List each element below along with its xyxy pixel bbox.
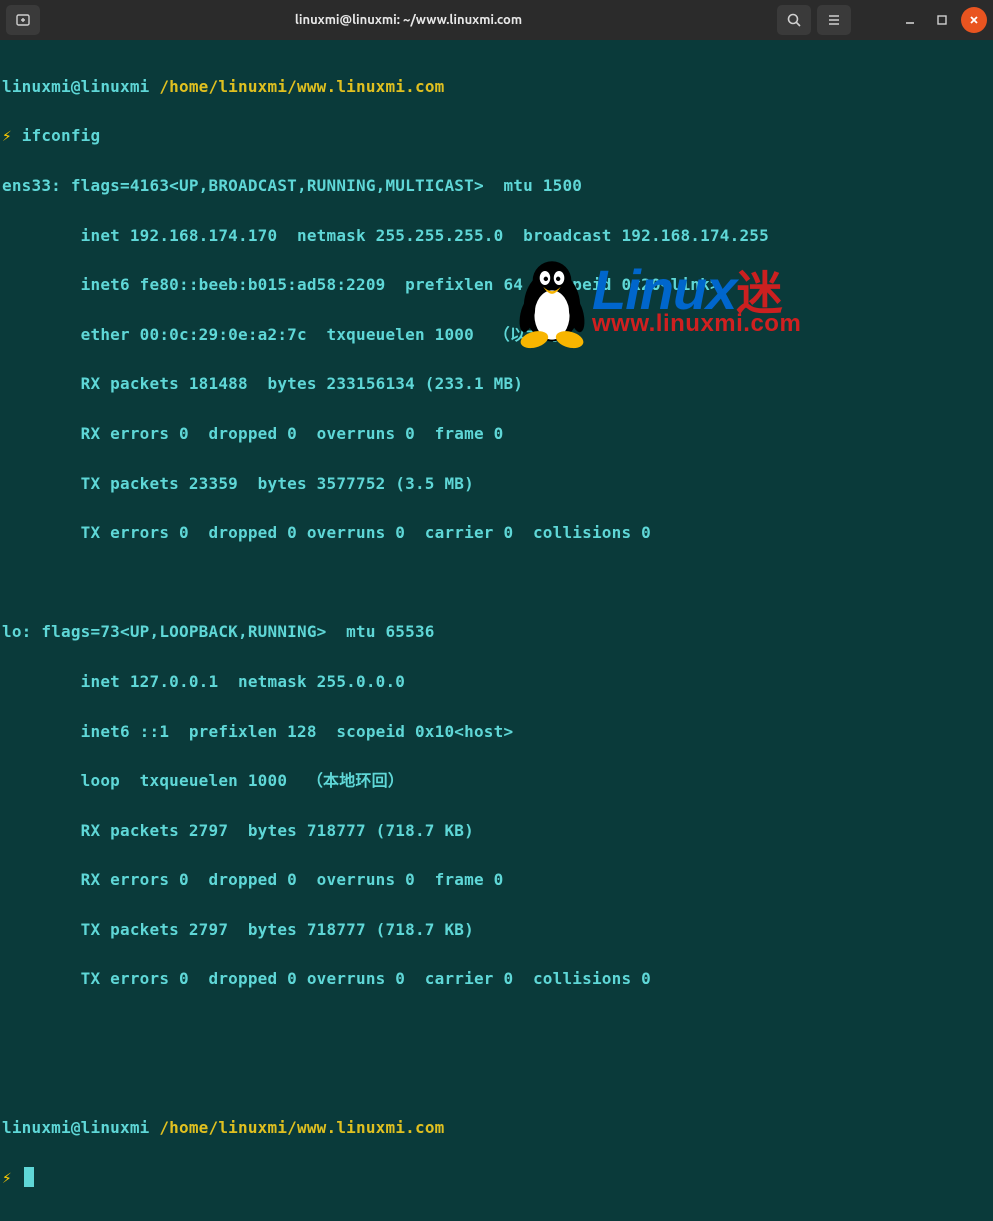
prompt-line-1: linuxmi@linuxmi /home/linuxmi/www.linuxm… [2, 75, 987, 100]
output-ens33-rx-packets: RX packets 181488 bytes 233156134 (233.1… [2, 372, 987, 397]
output-ens33-flags: ens33: flags=4163<UP,BROADCAST,RUNNING,M… [2, 174, 987, 199]
command-line: ⚡ ifconfig [2, 124, 987, 149]
window-title: linuxmi@linuxmi: ~/www.linuxmi.com [46, 13, 771, 27]
output-ens33-inet6: inet6 fe80::beeb:b015:ad58:2209 prefixle… [2, 273, 987, 298]
output-blank [2, 571, 987, 596]
output-ens33-tx-packets: TX packets 23359 bytes 3577752 (3.5 MB) [2, 472, 987, 497]
output-lo-inet6: inet6 ::1 prefixlen 128 scopeid 0x10<hos… [2, 720, 987, 745]
hamburger-menu-button[interactable] [817, 5, 851, 35]
cursor [24, 1167, 34, 1187]
output-lo-tx-errors: TX errors 0 dropped 0 overruns 0 carrier… [2, 967, 987, 992]
prompt-cursor-line: ⚡ [2, 1166, 987, 1191]
user-host: linuxmi@linuxmi [2, 1118, 150, 1137]
bolt-icon: ⚡ [2, 126, 12, 145]
output-lo-flags: lo: flags=73<UP,LOOPBACK,RUNNING> mtu 65… [2, 620, 987, 645]
command-text: ifconfig [22, 126, 101, 145]
output-lo-loop: loop txqueuelen 1000 （本地环回） [2, 769, 987, 794]
prompt-line-2: linuxmi@linuxmi /home/linuxmi/www.linuxm… [2, 1116, 987, 1141]
output-ens33-ether: ether 00:0c:29:0e:a2:7c txqueuelen 1000 … [2, 323, 987, 348]
bolt-icon: ⚡ [2, 1168, 12, 1187]
minimize-button[interactable] [897, 7, 923, 33]
output-ens33-rx-errors: RX errors 0 dropped 0 overruns 0 frame 0 [2, 422, 987, 447]
user-host: linuxmi@linuxmi [2, 77, 150, 96]
output-blank-2 [2, 1017, 987, 1042]
output-blank-3 [2, 1067, 987, 1092]
maximize-button[interactable] [929, 7, 955, 33]
titlebar: linuxmi@linuxmi: ~/www.linuxmi.com [0, 0, 993, 40]
cwd-path: /home/linuxmi/www.linuxmi.com [159, 1118, 444, 1137]
close-button[interactable] [961, 7, 987, 33]
output-ens33-tx-errors: TX errors 0 dropped 0 overruns 0 carrier… [2, 521, 987, 546]
terminal-viewport[interactable]: linuxmi@linuxmi /home/linuxmi/www.linuxm… [0, 40, 993, 1221]
output-ens33-inet: inet 192.168.174.170 netmask 255.255.255… [2, 224, 987, 249]
output-lo-rx-packets: RX packets 2797 bytes 718777 (718.7 KB) [2, 819, 987, 844]
search-button[interactable] [777, 5, 811, 35]
new-tab-button[interactable] [6, 5, 40, 35]
output-lo-tx-packets: TX packets 2797 bytes 718777 (718.7 KB) [2, 918, 987, 943]
output-lo-rx-errors: RX errors 0 dropped 0 overruns 0 frame 0 [2, 868, 987, 893]
cwd-path: /home/linuxmi/www.linuxmi.com [159, 77, 444, 96]
output-lo-inet: inet 127.0.0.1 netmask 255.0.0.0 [2, 670, 987, 695]
